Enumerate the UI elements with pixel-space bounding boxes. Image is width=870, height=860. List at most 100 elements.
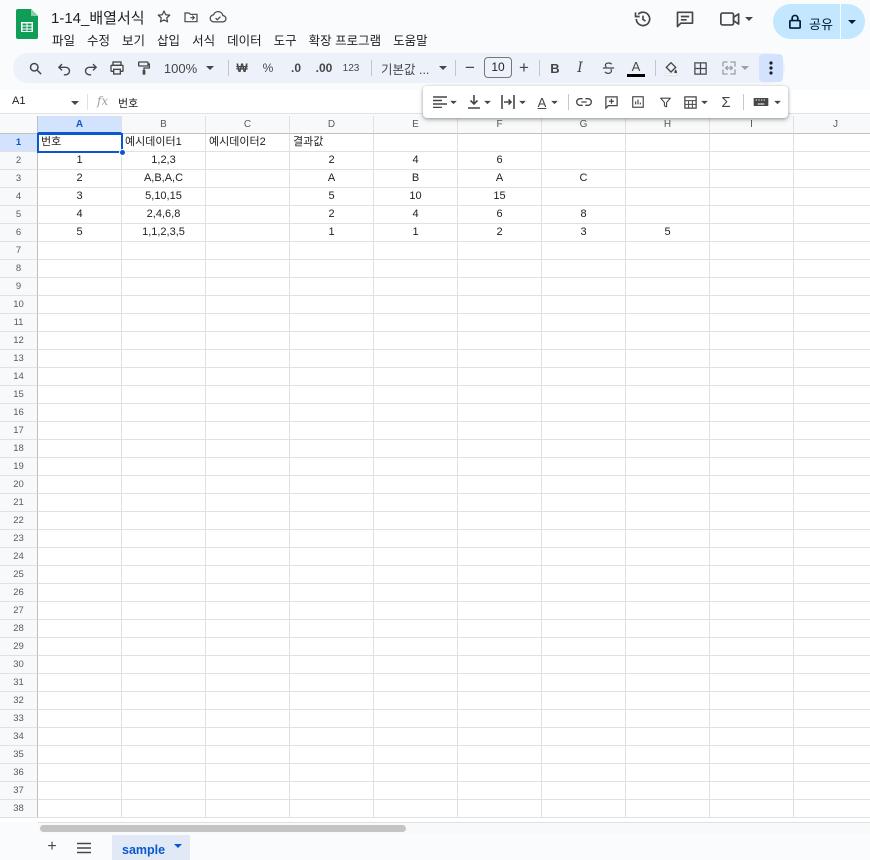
cell-f29[interactable]: [458, 638, 542, 656]
cell-j26[interactable]: [794, 584, 870, 602]
cell-g29[interactable]: [542, 638, 626, 656]
cell-d27[interactable]: [290, 602, 374, 620]
cell-h21[interactable]: [626, 494, 710, 512]
cell-f28[interactable]: [458, 620, 542, 638]
insert-comment-icon[interactable]: [601, 92, 621, 112]
cell-j37[interactable]: [794, 782, 870, 800]
cell-c31[interactable]: [206, 674, 290, 692]
cell-e2[interactable]: 4: [374, 152, 458, 170]
row-header[interactable]: 29: [0, 638, 38, 656]
cell-j23[interactable]: [794, 530, 870, 548]
currency-format-button[interactable]: ₩: [233, 56, 251, 80]
cell-j11[interactable]: [794, 314, 870, 332]
cell-f26[interactable]: [458, 584, 542, 602]
cell-f30[interactable]: [458, 656, 542, 674]
cell-g21[interactable]: [542, 494, 626, 512]
menu-help[interactable]: 도움말: [387, 28, 434, 51]
cell-a32[interactable]: [38, 692, 122, 710]
cell-h8[interactable]: [626, 260, 710, 278]
cell-f7[interactable]: [458, 242, 542, 260]
cell-f18[interactable]: [458, 440, 542, 458]
cell-d26[interactable]: [290, 584, 374, 602]
cell-h13[interactable]: [626, 350, 710, 368]
cell-h23[interactable]: [626, 530, 710, 548]
cell-f9[interactable]: [458, 278, 542, 296]
cell-e20[interactable]: [374, 476, 458, 494]
cell-c18[interactable]: [206, 440, 290, 458]
row-header[interactable]: 35: [0, 746, 38, 764]
row-header[interactable]: 17: [0, 422, 38, 440]
cell-j18[interactable]: [794, 440, 870, 458]
row-header[interactable]: 13: [0, 350, 38, 368]
cell-d32[interactable]: [290, 692, 374, 710]
cell-a17[interactable]: [38, 422, 122, 440]
cell-e10[interactable]: [374, 296, 458, 314]
cell-i20[interactable]: [710, 476, 794, 494]
print-icon[interactable]: [107, 56, 127, 80]
undo-icon[interactable]: [54, 56, 74, 80]
cell-i25[interactable]: [710, 566, 794, 584]
text-wrapping-button[interactable]: [499, 92, 527, 112]
cell-i15[interactable]: [710, 386, 794, 404]
cell-e6[interactable]: 1: [374, 224, 458, 242]
row-header[interactable]: 36: [0, 764, 38, 782]
cell-i10[interactable]: [710, 296, 794, 314]
cell-g23[interactable]: [542, 530, 626, 548]
cell-g18[interactable]: [542, 440, 626, 458]
column-header-j[interactable]: J: [794, 116, 870, 134]
cell-g32[interactable]: [542, 692, 626, 710]
cell-i34[interactable]: [710, 728, 794, 746]
cell-g27[interactable]: [542, 602, 626, 620]
cell-a29[interactable]: [38, 638, 122, 656]
cell-d34[interactable]: [290, 728, 374, 746]
cell-d19[interactable]: [290, 458, 374, 476]
cell-h4[interactable]: [626, 188, 710, 206]
cell-h25[interactable]: [626, 566, 710, 584]
cell-c29[interactable]: [206, 638, 290, 656]
cell-d38[interactable]: [290, 800, 374, 818]
cell-g8[interactable]: [542, 260, 626, 278]
row-header[interactable]: 12: [0, 332, 38, 350]
cell-i26[interactable]: [710, 584, 794, 602]
cell-e25[interactable]: [374, 566, 458, 584]
cell-f5[interactable]: 6: [458, 206, 542, 224]
cell-d3[interactable]: A: [290, 170, 374, 188]
cell-f2[interactable]: 6: [458, 152, 542, 170]
cell-a4[interactable]: 3: [38, 188, 122, 206]
cell-h6[interactable]: 5: [626, 224, 710, 242]
cell-a23[interactable]: [38, 530, 122, 548]
star-icon[interactable]: [154, 7, 174, 27]
cell-a33[interactable]: [38, 710, 122, 728]
cell-b18[interactable]: [122, 440, 206, 458]
menu-file[interactable]: 파일: [46, 28, 81, 51]
cell-b15[interactable]: [122, 386, 206, 404]
cell-h28[interactable]: [626, 620, 710, 638]
cell-b20[interactable]: [122, 476, 206, 494]
cell-a10[interactable]: [38, 296, 122, 314]
version-history-icon[interactable]: [628, 4, 658, 34]
cell-g4[interactable]: [542, 188, 626, 206]
cell-h15[interactable]: [626, 386, 710, 404]
cell-j25[interactable]: [794, 566, 870, 584]
cell-h2[interactable]: [626, 152, 710, 170]
cell-b27[interactable]: [122, 602, 206, 620]
cell-h29[interactable]: [626, 638, 710, 656]
cell-f25[interactable]: [458, 566, 542, 584]
row-header[interactable]: 28: [0, 620, 38, 638]
cell-g33[interactable]: [542, 710, 626, 728]
add-sheet-icon[interactable]: +: [43, 839, 61, 857]
row-header[interactable]: 22: [0, 512, 38, 530]
cell-f31[interactable]: [458, 674, 542, 692]
borders-icon[interactable]: [690, 56, 710, 80]
row-header[interactable]: 8: [0, 260, 38, 278]
italic-button[interactable]: I: [571, 56, 589, 80]
cell-i30[interactable]: [710, 656, 794, 674]
share-button[interactable]: 공유: [773, 4, 865, 39]
name-box-dropdown-icon[interactable]: [71, 100, 79, 106]
cell-d1[interactable]: 결과값: [290, 134, 374, 152]
horizontal-align-button[interactable]: [431, 92, 459, 112]
cell-f33[interactable]: [458, 710, 542, 728]
cell-i31[interactable]: [710, 674, 794, 692]
cell-h35[interactable]: [626, 746, 710, 764]
cell-a27[interactable]: [38, 602, 122, 620]
